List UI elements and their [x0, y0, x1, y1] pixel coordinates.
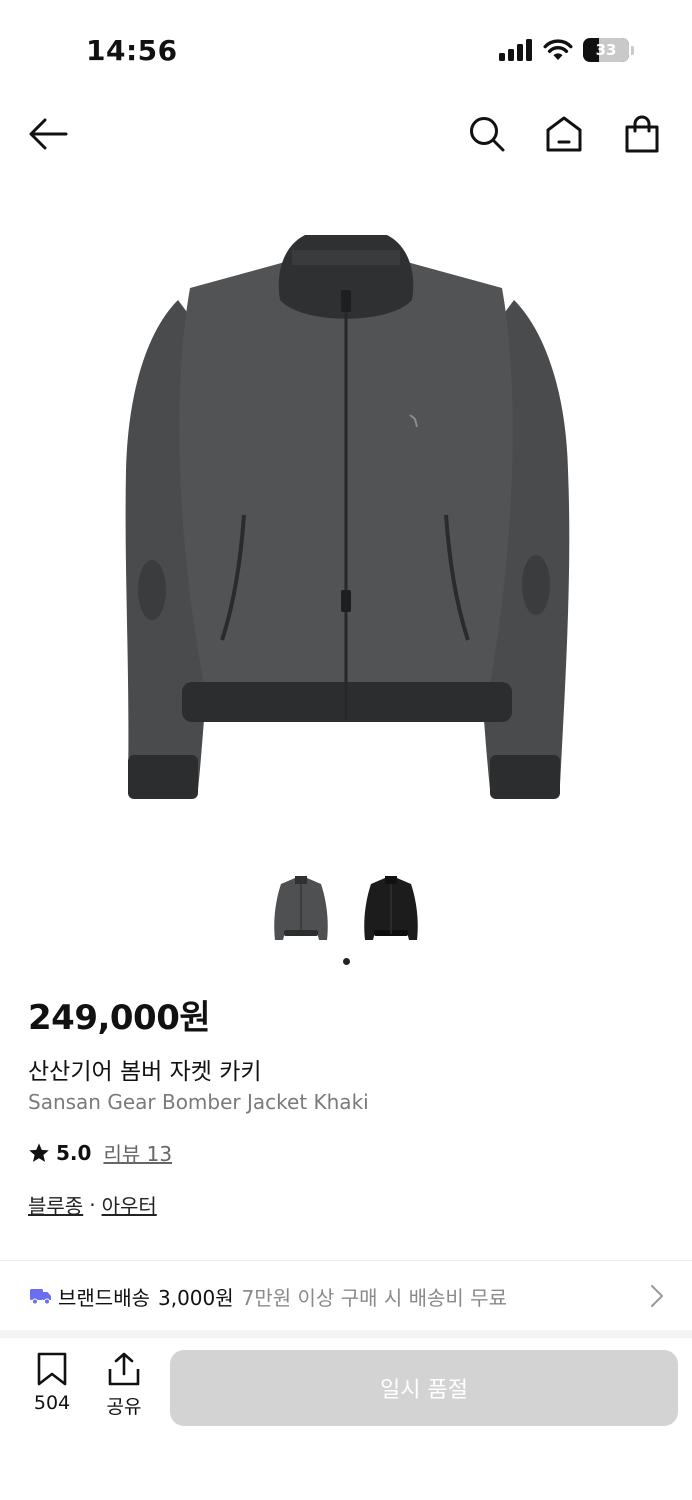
- shipping-note: 7만원 이상 구매 시 배송비 무료: [241, 1285, 507, 1310]
- rating-score: 5.0: [56, 1140, 92, 1165]
- status-bar: 14:56 33: [0, 0, 692, 100]
- shopping-bag-icon: [625, 115, 659, 153]
- product-price: 249,000원: [28, 998, 211, 1038]
- nav-bar: [0, 100, 692, 166]
- back-arrow-icon: [29, 118, 68, 150]
- thumbnail-khaki[interactable]: [271, 872, 331, 948]
- product-name-english: Sansan Gear Bomber Jacket Khaki: [28, 1090, 369, 1114]
- product-rating: 5.0 리뷰 13: [28, 1138, 172, 1167]
- carousel-dot-active: [342, 958, 350, 965]
- category-link-blouson[interactable]: 블루종: [28, 1190, 83, 1219]
- chevron-right-icon: [651, 1285, 663, 1307]
- search-icon: [470, 117, 505, 152]
- bottom-action-bar: 504 공유 일시 품절: [0, 1338, 692, 1500]
- battery-icon: 33: [583, 38, 629, 62]
- category-breadcrumb: 블루종 · 아우터: [28, 1190, 157, 1219]
- review-link[interactable]: 리뷰 13: [103, 1138, 172, 1167]
- cellular-signal-icon: [499, 39, 532, 61]
- category-separator: ·: [89, 1192, 96, 1217]
- shipping-cost: 3,000원: [158, 1285, 234, 1310]
- shipping-label: 브랜드배송: [58, 1285, 150, 1310]
- battery-level: 33: [595, 41, 617, 59]
- star-icon: [29, 1142, 49, 1162]
- cart-button[interactable]: [620, 112, 664, 156]
- jacket-khaki-thumb-image: [274, 876, 328, 940]
- battery-cap: [631, 45, 634, 55]
- category-link-outer[interactable]: 아우터: [102, 1190, 157, 1219]
- product-name-korean: 산산기어 봄버 자켓 카키: [28, 1059, 262, 1085]
- carousel-indicator: [0, 958, 692, 965]
- thumbnail-black[interactable]: [361, 872, 421, 948]
- product-main-image[interactable]: [0, 190, 692, 850]
- jacket-image: [125, 235, 570, 799]
- wifi-icon: [543, 39, 573, 60]
- section-gap: [0, 1330, 692, 1338]
- search-button[interactable]: [465, 112, 509, 156]
- soldout-button[interactable]: 일시 품절: [170, 1350, 678, 1426]
- shipping-info-row[interactable]: 브랜드배송 3,000원 7만원 이상 구매 시 배송비 무료: [0, 1262, 692, 1330]
- thumbnail-list: [0, 872, 692, 948]
- share-button[interactable]: 공유: [94, 1352, 154, 1419]
- home-button[interactable]: [542, 112, 586, 156]
- status-time: 14:56: [86, 34, 178, 67]
- back-button[interactable]: [26, 112, 70, 156]
- share-label: 공유: [106, 1396, 142, 1418]
- jacket-black-thumb-image: [364, 876, 418, 940]
- bookmark-count: 504: [33, 1392, 71, 1414]
- bookmark-icon: [37, 1352, 67, 1386]
- bookmark-button[interactable]: 504: [22, 1352, 82, 1414]
- home-icon: [546, 116, 582, 152]
- share-icon: [108, 1352, 140, 1386]
- divider: [0, 1260, 692, 1261]
- status-icons: 33: [499, 38, 634, 62]
- delivery-truck-icon: [30, 1289, 51, 1305]
